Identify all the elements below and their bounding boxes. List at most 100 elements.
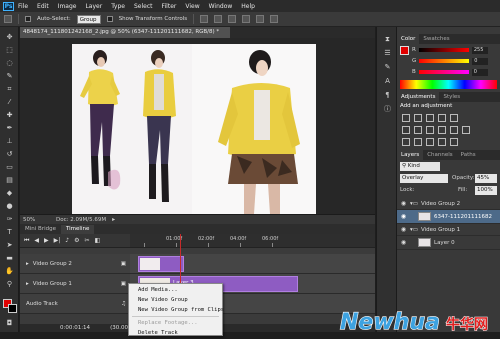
expand-arrow-icon[interactable]: ▸ bbox=[26, 281, 29, 287]
align-bottom-icon[interactable] bbox=[228, 15, 237, 23]
r-value[interactable]: 255 bbox=[471, 46, 488, 54]
threshold-icon[interactable] bbox=[426, 138, 434, 146]
crop-tool-icon[interactable]: ⌗ bbox=[4, 85, 15, 94]
folder-icon[interactable]: ▾▭ bbox=[410, 201, 418, 207]
tab-paths[interactable]: Paths bbox=[457, 150, 480, 160]
eye-icon[interactable]: ◉ bbox=[400, 213, 407, 220]
menu-item-new-video-group[interactable]: New Video Group bbox=[129, 295, 222, 305]
document-image[interactable] bbox=[72, 44, 316, 214]
marquee-tool-icon[interactable]: ⬚ bbox=[4, 46, 15, 55]
path-selection-tool-icon[interactable]: ➤ bbox=[4, 241, 15, 250]
color-lookup-icon[interactable] bbox=[462, 126, 470, 134]
menu-item-delete-track[interactable]: Delete Track bbox=[129, 328, 222, 338]
b-value[interactable]: 0 bbox=[471, 68, 488, 76]
photo-filter-icon[interactable] bbox=[438, 126, 446, 134]
current-time[interactable]: 0:00:01:14 bbox=[60, 325, 90, 331]
track-label-video-group-2[interactable]: ▸ Video Group 2 ▣ bbox=[20, 254, 130, 274]
background-color-swatch[interactable] bbox=[8, 304, 17, 313]
brush-presets-icon[interactable]: ✎ bbox=[383, 63, 392, 72]
properties-icon[interactable]: ☰ bbox=[383, 49, 392, 58]
menu-type[interactable]: Type bbox=[111, 3, 125, 10]
first-frame-icon[interactable]: ⏮ bbox=[24, 237, 29, 245]
expand-arrow-icon[interactable]: ▸ bbox=[26, 261, 29, 267]
quick-mask-icon[interactable]: ◘ bbox=[4, 319, 15, 328]
levels-icon[interactable] bbox=[414, 114, 422, 122]
gradient-map-icon[interactable] bbox=[438, 138, 446, 146]
history-icon[interactable]: ⧗ bbox=[383, 35, 392, 44]
menu-select[interactable]: Select bbox=[134, 3, 153, 10]
color-spectrum[interactable] bbox=[400, 80, 497, 89]
layer-row-video-group-2[interactable]: ◉ ▾▭ Video Group 2 bbox=[397, 198, 500, 210]
shape-tool-icon[interactable]: ▬ bbox=[4, 254, 15, 263]
zoom-level[interactable]: 50% bbox=[20, 217, 42, 223]
tab-adjustments[interactable]: Adjustments bbox=[397, 92, 440, 102]
align-right-icon[interactable] bbox=[270, 15, 279, 23]
type-tool-icon[interactable]: T bbox=[4, 228, 15, 237]
invert-icon[interactable] bbox=[402, 138, 410, 146]
tab-timeline[interactable]: Timeline bbox=[60, 225, 95, 234]
history-brush-tool-icon[interactable]: ↺ bbox=[4, 150, 15, 159]
dodge-tool-icon[interactable]: ● bbox=[4, 202, 15, 211]
align-center-icon[interactable] bbox=[256, 15, 265, 23]
clone-stamp-tool-icon[interactable]: ⊥ bbox=[4, 137, 15, 146]
menu-window[interactable]: Window bbox=[209, 3, 233, 10]
auto-select-checkbox[interactable] bbox=[25, 16, 31, 22]
tab-channels[interactable]: Channels bbox=[423, 150, 456, 160]
split-icon[interactable]: ✂ bbox=[85, 237, 90, 244]
tab-swatches[interactable]: Swatches bbox=[419, 34, 453, 44]
info-icon[interactable]: ⓘ bbox=[383, 105, 392, 114]
folder-icon[interactable]: ▾▭ bbox=[410, 227, 418, 233]
menu-item-add-media[interactable]: Add Media... bbox=[129, 285, 222, 295]
lasso-tool-icon[interactable]: ◌ bbox=[4, 59, 15, 68]
auto-select-dropdown[interactable]: Group bbox=[76, 14, 101, 24]
eye-icon[interactable]: ◉ bbox=[400, 200, 407, 207]
healing-brush-tool-icon[interactable]: ✚ bbox=[4, 111, 15, 120]
r-slider[interactable] bbox=[418, 48, 469, 52]
color-balance-icon[interactable] bbox=[414, 126, 422, 134]
document-tab[interactable]: 4848174_111801242168_2.jpg @ 50% (6347-1… bbox=[20, 27, 230, 38]
track-label-audio[interactable]: Audio Track ♫ bbox=[20, 294, 130, 314]
menu-help[interactable]: Help bbox=[241, 3, 255, 10]
tab-color[interactable]: Color bbox=[397, 34, 420, 44]
timeline-ruler[interactable]: 01:00f 02:00f 04:00f 06:00f bbox=[130, 234, 375, 248]
color-panel-swatch[interactable] bbox=[400, 46, 409, 55]
film-icon[interactable]: ▣ bbox=[121, 261, 126, 267]
g-value[interactable]: 0 bbox=[472, 57, 489, 65]
eyedropper-tool-icon[interactable]: ⁄ bbox=[4, 98, 15, 107]
blend-mode-select[interactable]: Overlay bbox=[400, 174, 448, 183]
audio-icon[interactable]: ♪ bbox=[65, 237, 69, 244]
selective-color-icon[interactable] bbox=[450, 138, 458, 146]
tab-mini-bridge[interactable]: Mini Bridge bbox=[20, 225, 61, 234]
curves-icon[interactable] bbox=[426, 114, 434, 122]
layer-row-layer-0[interactable]: ◉ Layer 0 bbox=[397, 236, 500, 250]
menu-edit[interactable]: Edit bbox=[37, 3, 49, 10]
settings-icon[interactable]: ⚙ bbox=[74, 237, 79, 244]
eye-icon[interactable]: ◉ bbox=[400, 226, 407, 233]
fill-field[interactable]: 100% bbox=[475, 186, 497, 195]
brightness-icon[interactable] bbox=[402, 114, 410, 122]
eraser-tool-icon[interactable]: ▭ bbox=[4, 163, 15, 172]
next-frame-icon[interactable]: ▶| bbox=[54, 237, 61, 244]
layer-row-selected[interactable]: ◉ 6347-111201111682 bbox=[397, 210, 500, 224]
exposure-icon[interactable] bbox=[438, 114, 446, 122]
menu-filter[interactable]: Filter bbox=[162, 3, 177, 10]
quick-select-tool-icon[interactable]: ✎ bbox=[4, 72, 15, 81]
black-white-icon[interactable] bbox=[426, 126, 434, 134]
tab-styles[interactable]: Styles bbox=[439, 92, 464, 102]
character-icon[interactable]: A bbox=[383, 77, 392, 86]
zoom-tool-icon[interactable]: ⚲ bbox=[4, 280, 15, 289]
align-top-icon[interactable] bbox=[200, 15, 209, 23]
pen-tool-icon[interactable]: ✑ bbox=[4, 215, 15, 224]
tab-layers[interactable]: Layers bbox=[397, 150, 424, 160]
move-tool-icon[interactable]: ✥ bbox=[4, 33, 15, 42]
channel-mixer-icon[interactable] bbox=[450, 126, 458, 134]
menu-view[interactable]: View bbox=[185, 3, 199, 10]
speaker-icon[interactable]: ♫ bbox=[121, 301, 126, 307]
menu-file[interactable]: File bbox=[18, 3, 28, 10]
b-slider[interactable] bbox=[418, 70, 469, 74]
layer-filter-kind[interactable]: ⚲ Kind bbox=[400, 162, 440, 171]
transition-icon[interactable]: ◧ bbox=[95, 237, 101, 244]
move-tool-icon[interactable] bbox=[4, 15, 12, 23]
status-arrow-icon[interactable]: ▸ bbox=[112, 216, 115, 223]
menu-image[interactable]: Image bbox=[58, 3, 77, 10]
